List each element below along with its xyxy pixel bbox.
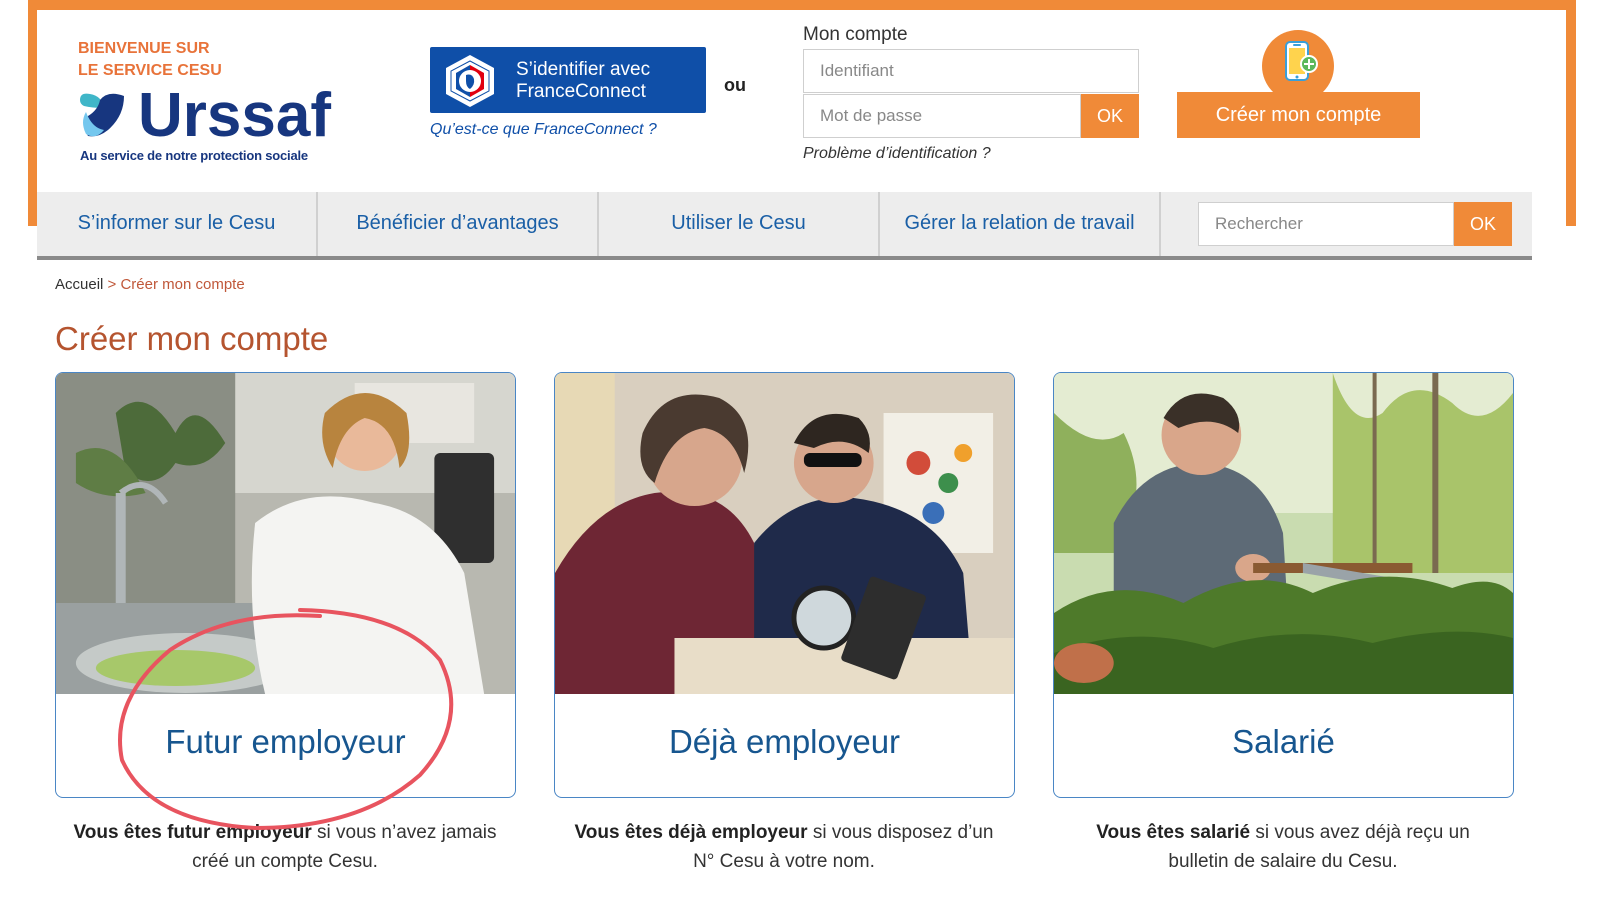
login-title: Mon compte bbox=[803, 24, 908, 45]
card-desc-text: si vous avez déjà reçu un bbox=[1250, 822, 1470, 843]
card-desc-line2: créé un compte Cesu. bbox=[192, 851, 378, 872]
card-label-deja-employeur: Déjà employeur bbox=[668, 723, 901, 760]
card-desc-bold: Vous êtes futur employeur bbox=[73, 822, 312, 843]
breadcrumb-separator: > bbox=[107, 276, 117, 293]
franceconnect-help-link[interactable]: Qu’est-ce que FranceConnect ? bbox=[430, 121, 657, 139]
desk-photo-image bbox=[555, 373, 1014, 694]
welcome-line-1: BIENVENUE SUR bbox=[78, 40, 210, 57]
garden-photo-image bbox=[1054, 373, 1513, 694]
nav-item-avantages[interactable]: Bénéficier d’avantages bbox=[318, 192, 597, 256]
header-frame-left bbox=[28, 0, 37, 226]
kitchen-photo-image bbox=[56, 373, 515, 694]
brand-tagline: Au service de notre protection sociale bbox=[80, 148, 308, 163]
nav-item-relation[interactable]: Gérer la relation de travail bbox=[880, 192, 1159, 256]
password-input[interactable]: Mot de passe bbox=[803, 94, 1081, 138]
search-ok-button[interactable]: OK bbox=[1454, 202, 1512, 246]
card-deja-employeur[interactable]: Déjà employeur bbox=[554, 372, 1015, 798]
nav-item-utiliser[interactable]: Utiliser le Cesu bbox=[599, 192, 878, 256]
identifier-input[interactable]: Identifiant bbox=[803, 49, 1139, 93]
welcome-line-2: LE SERVICE CESU bbox=[78, 62, 222, 79]
header-frame-right bbox=[1566, 0, 1576, 226]
breadcrumb: Accueil > Créer mon compte bbox=[55, 276, 245, 293]
welcome-text: BIENVENUE SUR LE SERVICE CESU bbox=[78, 38, 222, 82]
card-desc-text: si vous n’avez jamais bbox=[311, 822, 497, 843]
card-desc-line2: bulletin de salaire du Cesu. bbox=[1168, 851, 1398, 872]
breadcrumb-home-link[interactable]: Accueil bbox=[55, 276, 103, 293]
card-salarie[interactable]: Salarié bbox=[1053, 372, 1514, 798]
login-ok-button[interactable]: OK bbox=[1081, 94, 1139, 138]
header-frame-top bbox=[28, 0, 1576, 10]
card-label-salarie: Salarié bbox=[1232, 723, 1335, 760]
card-label-futur-employeur: Futur employeur bbox=[165, 723, 406, 760]
page-title: Créer mon compte bbox=[55, 320, 329, 357]
card-description-futur-employeur: Vous êtes futur employeur si vous n’avez… bbox=[50, 818, 520, 876]
marianne-emblem-icon bbox=[446, 55, 494, 107]
breadcrumb-current: Créer mon compte bbox=[120, 276, 245, 293]
nav-item-informer[interactable]: S’informer sur le Cesu bbox=[37, 192, 316, 256]
card-desc-bold: Vous êtes déjà employeur bbox=[574, 822, 808, 843]
or-label: ou bbox=[724, 75, 746, 95]
nav-divider bbox=[1159, 192, 1161, 256]
card-desc-line2: N° Cesu à votre nom. bbox=[693, 851, 875, 872]
brand-name: Urssaf bbox=[138, 81, 331, 150]
card-desc-text: si vous disposez d’un bbox=[807, 822, 994, 843]
card-desc-bold: Vous êtes salarié bbox=[1096, 822, 1251, 843]
franceconnect-line-1: S’identifier avec bbox=[516, 59, 651, 80]
card-description-salarie: Vous êtes salarié si vous avez déjà reçu… bbox=[1048, 818, 1518, 876]
franceconnect-line-2: FranceConnect bbox=[516, 81, 646, 102]
identification-problem-link[interactable]: Problème d’identification ? bbox=[803, 145, 991, 163]
search-input[interactable]: Rechercher bbox=[1198, 202, 1454, 246]
card-futur-employeur[interactable]: Futur employeur bbox=[55, 372, 516, 798]
card-description-deja-employeur: Vous êtes déjà employeur si vous dispose… bbox=[549, 818, 1019, 876]
franceconnect-button[interactable]: S’identifier avec FranceConnect bbox=[430, 47, 706, 113]
create-account-button[interactable]: Créer mon compte bbox=[1177, 92, 1420, 138]
